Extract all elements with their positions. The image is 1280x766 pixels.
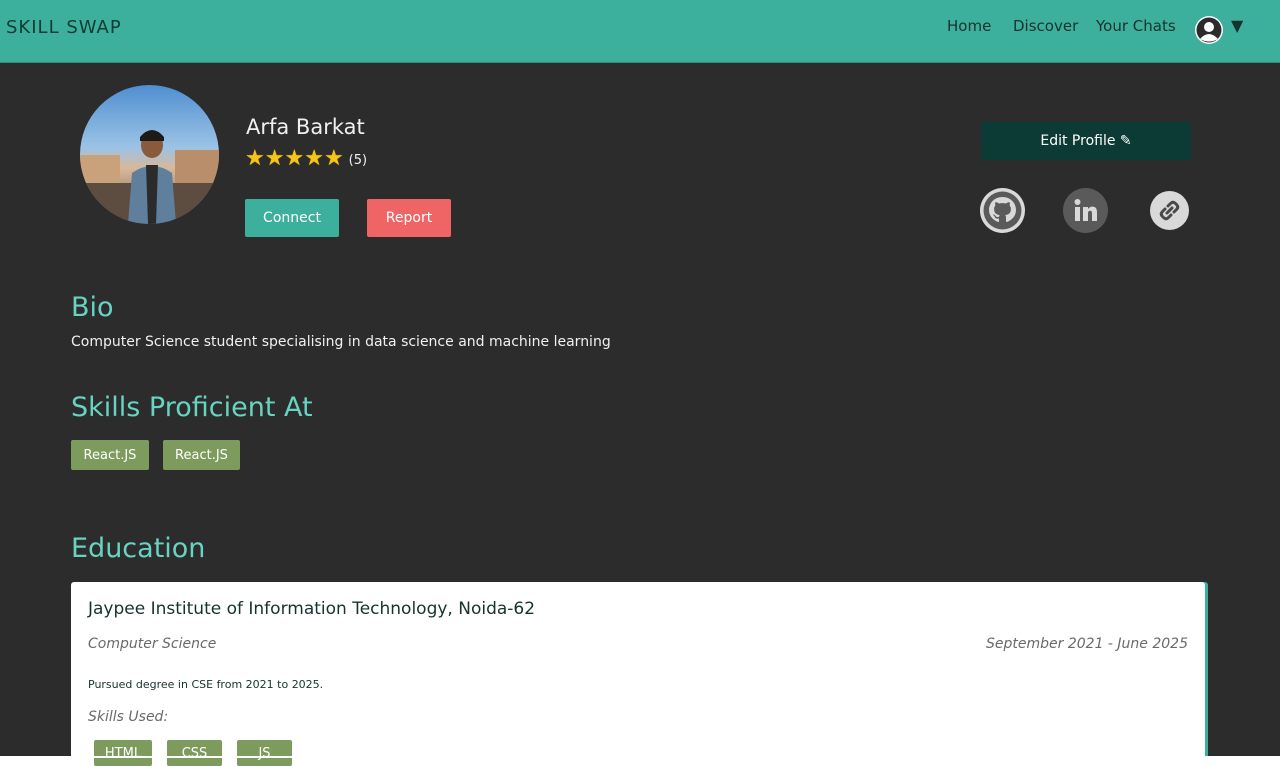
- edit-profile-button[interactable]: Edit Profile ✎: [981, 122, 1191, 160]
- nav-link-home[interactable]: Home: [947, 17, 991, 35]
- education-institution: Jaypee Institute of Information Technolo…: [88, 599, 536, 619]
- education-heading: Education: [71, 533, 206, 564]
- skill-tag: React.JS: [163, 440, 240, 470]
- star-icon: ★: [304, 146, 324, 171]
- education-field: Computer Science: [88, 636, 217, 652]
- education-skill-tag: HTML: [94, 740, 152, 766]
- education-description: Pursued degree in CSE from 2021 to 2025.: [88, 678, 324, 691]
- education-card: Jaypee Institute of Information Technolo…: [71, 582, 1205, 766]
- navbar: SKILL SWAP Home Discover Your Chats ▼: [0, 0, 1280, 63]
- dropdown-caret-icon[interactable]: ▼: [1231, 16, 1243, 35]
- star-icon: ★: [323, 146, 344, 171]
- education-skill-tag: CSS: [167, 740, 222, 766]
- rating-count: (5): [348, 153, 368, 168]
- bio-heading: Bio: [71, 292, 114, 323]
- star-icon: ★: [284, 146, 305, 171]
- skill-tag: React.JS: [71, 440, 149, 470]
- education-skills-label: Skills Used:: [88, 709, 169, 725]
- connect-button[interactable]: Connect: [245, 199, 339, 237]
- nav-link-your-chats[interactable]: Your Chats: [1096, 17, 1176, 35]
- bio-text: Computer Science student specialising in…: [71, 334, 611, 350]
- link-icon[interactable]: [1147, 188, 1192, 233]
- education-skill-tag: JS: [237, 740, 292, 766]
- user-avatar-icon[interactable]: [1195, 16, 1223, 44]
- rating-stars: ★ ★ ★ ★ ★ (5): [245, 148, 367, 170]
- star-icon: ★: [264, 146, 285, 171]
- profile-name: Arfa Barkat: [246, 115, 365, 139]
- brand-logo[interactable]: SKILL SWAP: [6, 17, 122, 38]
- nav-link-discover[interactable]: Discover: [1013, 17, 1078, 35]
- skills-heading: Skills Proficient At: [71, 392, 313, 423]
- star-icon: ★: [245, 146, 265, 171]
- education-dates: September 2021 - June 2025: [986, 636, 1188, 652]
- profile-avatar: [80, 85, 219, 224]
- report-button[interactable]: Report: [367, 199, 451, 237]
- linkedin-icon[interactable]: [1063, 188, 1108, 233]
- github-icon[interactable]: [980, 188, 1025, 233]
